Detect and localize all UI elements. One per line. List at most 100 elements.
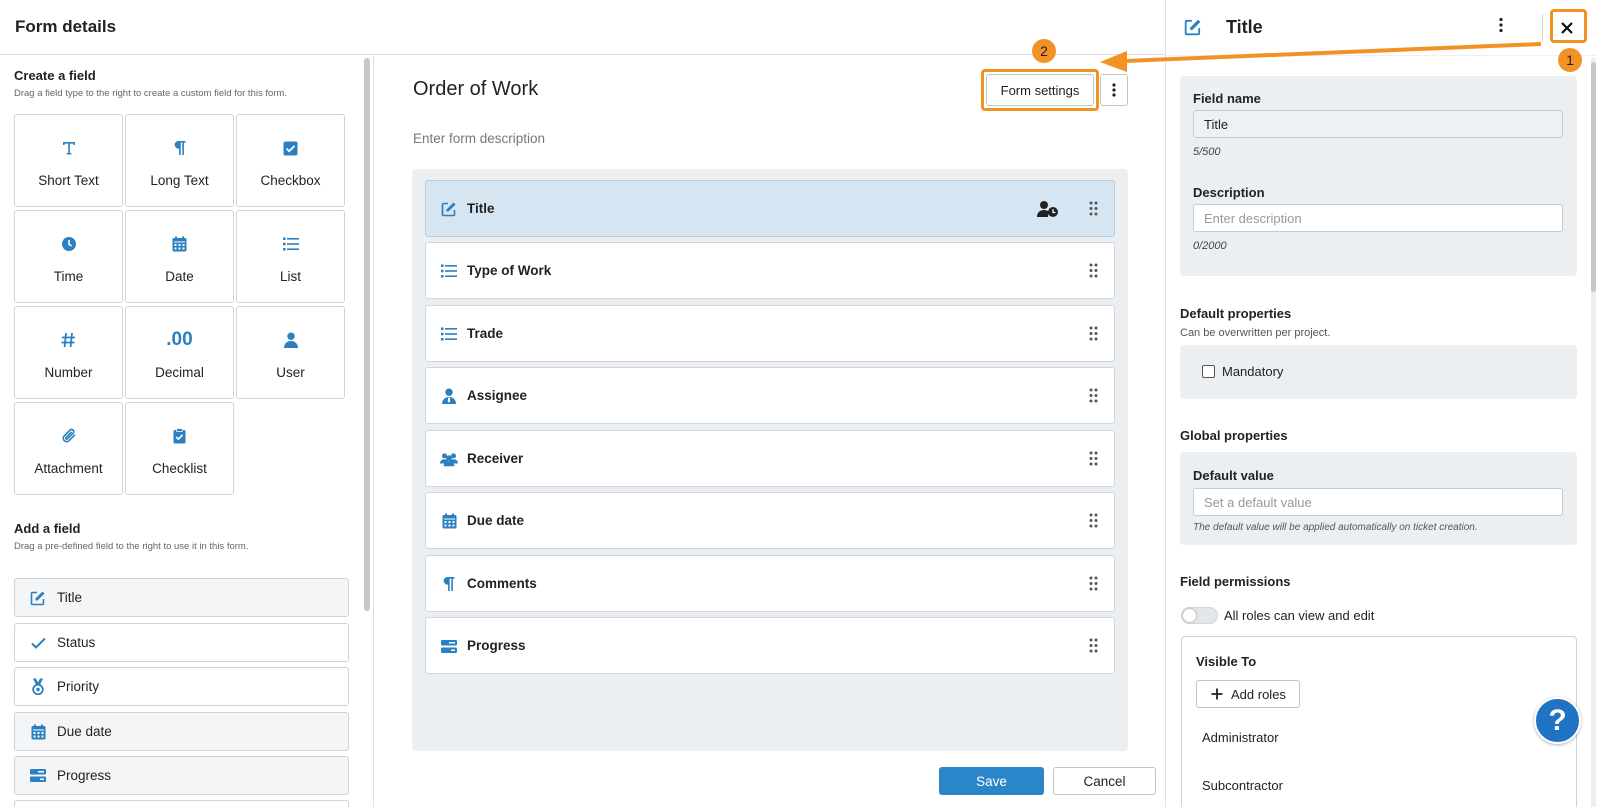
progress-icon: [440, 637, 458, 655]
form-field-label: Due date: [467, 513, 525, 528]
field-name-input[interactable]: Title: [1193, 110, 1563, 138]
predefined-label: Progress: [57, 768, 112, 783]
save-button[interactable]: Save: [939, 767, 1044, 795]
form-field-row-progress[interactable]: Progress: [425, 617, 1115, 674]
description-input[interactable]: Enter description: [1193, 204, 1563, 232]
drag-handle-icon[interactable]: [1089, 638, 1098, 653]
field-permissions-heading: Field permissions: [1180, 574, 1291, 589]
form-field-label: Trade: [467, 326, 504, 341]
kebab-icon: [1112, 83, 1116, 97]
toggle-knob: [1183, 609, 1196, 622]
panel-scrollbar[interactable]: [1591, 58, 1596, 807]
field-name-label: Field name: [1193, 91, 1261, 106]
form-field-row-assignee[interactable]: Assignee: [425, 367, 1115, 424]
user-tie-icon: [440, 387, 458, 405]
tile-label: Long Text: [150, 173, 209, 188]
form-more-button[interactable]: [1100, 74, 1128, 106]
users-icon: [440, 450, 458, 468]
tile-time[interactable]: Time: [14, 210, 123, 303]
default-value-box: Default value Set a default value The de…: [1180, 452, 1577, 545]
user-permission-icon[interactable]: [1037, 200, 1059, 218]
tile-decimal[interactable]: .00 Decimal: [125, 306, 234, 399]
clipboard-check-icon: [126, 425, 233, 447]
form-field-label: Type of Work: [467, 263, 552, 278]
permissions-toggle-label: All roles can view and edit: [1224, 608, 1375, 623]
decimal-icon: .00: [126, 329, 233, 351]
tile-label: Decimal: [155, 365, 204, 380]
predefined-title[interactable]: Title: [14, 578, 349, 617]
tile-attachment[interactable]: Attachment: [14, 402, 123, 495]
palette-scrollbar[interactable]: [364, 58, 370, 611]
description-label: Description: [1193, 185, 1265, 200]
form-field-label: Assignee: [467, 388, 528, 403]
medal-icon: [29, 678, 47, 695]
tile-list[interactable]: List: [236, 210, 345, 303]
calendar-icon: [126, 233, 233, 255]
form-field-row-comments[interactable]: Comments: [425, 555, 1115, 612]
permissions-toggle[interactable]: [1181, 607, 1218, 624]
paragraph-icon: [440, 575, 458, 593]
add-field-subtext: Drag a pre-defined field to the right to…: [14, 541, 249, 552]
kebab-icon: [1499, 17, 1503, 33]
form-field-label: Receiver: [467, 451, 524, 466]
close-button[interactable]: [1553, 14, 1580, 41]
cancel-button[interactable]: Cancel: [1053, 767, 1156, 795]
tile-label: Time: [53, 269, 84, 284]
close-icon: [1560, 21, 1573, 34]
panel-title: Title: [1226, 17, 1263, 37]
user-icon: [237, 329, 344, 351]
calendar-icon: [29, 724, 47, 740]
drag-handle-icon[interactable]: [1089, 513, 1098, 528]
page-title: Form details: [15, 17, 117, 36]
text-T-icon: [15, 137, 122, 159]
tile-long-text[interactable]: Long Text: [125, 114, 234, 207]
panel-more-button[interactable]: [1499, 17, 1503, 33]
tile-date[interactable]: Date: [125, 210, 234, 303]
predefined-label: Priority: [57, 679, 100, 694]
drag-handle-icon[interactable]: [1089, 263, 1098, 278]
help-button[interactable]: ?: [1534, 697, 1581, 744]
predefined-progress[interactable]: Progress: [14, 756, 349, 795]
decimal-glyph: .00: [166, 329, 193, 350]
form-settings-button[interactable]: Form settings: [986, 74, 1094, 106]
predefined-label: Due date: [57, 724, 112, 739]
predefined-label: Status: [57, 635, 96, 650]
tile-user[interactable]: User: [236, 306, 345, 399]
field-palette: Create a field Drag a field type to the …: [0, 56, 374, 807]
add-roles-button[interactable]: Add roles: [1196, 680, 1300, 708]
visible-to-box: Visible To Add roles Administrator Subco…: [1181, 636, 1577, 807]
add-roles-label: Add roles: [1231, 686, 1286, 702]
drag-handle-icon[interactable]: [1089, 576, 1098, 591]
tile-checklist[interactable]: Checklist: [125, 402, 234, 495]
predefined-priority[interactable]: Priority: [14, 667, 349, 706]
tile-short-text[interactable]: Short Text: [14, 114, 123, 207]
form-field-row-receiver[interactable]: Receiver: [425, 430, 1115, 487]
form-field-row-title[interactable]: Title: [425, 180, 1115, 237]
default-properties-heading: Default properties: [1180, 306, 1292, 321]
tile-label: Date: [165, 269, 194, 284]
predefined-more[interactable]: [14, 800, 349, 807]
default-value-input[interactable]: Set a default value: [1193, 488, 1563, 516]
drag-handle-icon[interactable]: [1089, 201, 1098, 216]
tile-checkbox[interactable]: Checkbox: [236, 114, 345, 207]
add-field-heading: Add a field: [14, 521, 81, 536]
paperclip-icon: [15, 425, 122, 447]
predefined-status[interactable]: Status: [14, 623, 349, 662]
form-description-input[interactable]: Enter form description: [413, 131, 545, 146]
edit-icon: [1184, 18, 1202, 36]
tile-label: Number: [44, 365, 93, 380]
mandatory-box: Mandatory: [1180, 345, 1577, 399]
form-title[interactable]: Order of Work: [413, 78, 538, 101]
mandatory-checkbox[interactable]: [1202, 365, 1215, 378]
tile-number[interactable]: Number: [14, 306, 123, 399]
default-value-label: Default value: [1193, 468, 1274, 483]
list-icon: [440, 325, 458, 343]
drag-handle-icon[interactable]: [1089, 388, 1098, 403]
drag-handle-icon[interactable]: [1089, 451, 1098, 466]
form-field-row-type-of-work[interactable]: Type of Work: [425, 242, 1115, 299]
drag-handle-icon[interactable]: [1089, 326, 1098, 341]
form-field-label: Progress: [467, 638, 526, 653]
predefined-due-date[interactable]: Due date: [14, 712, 349, 751]
form-field-row-trade[interactable]: Trade: [425, 305, 1115, 362]
form-field-row-due-date[interactable]: Due date: [425, 492, 1115, 549]
